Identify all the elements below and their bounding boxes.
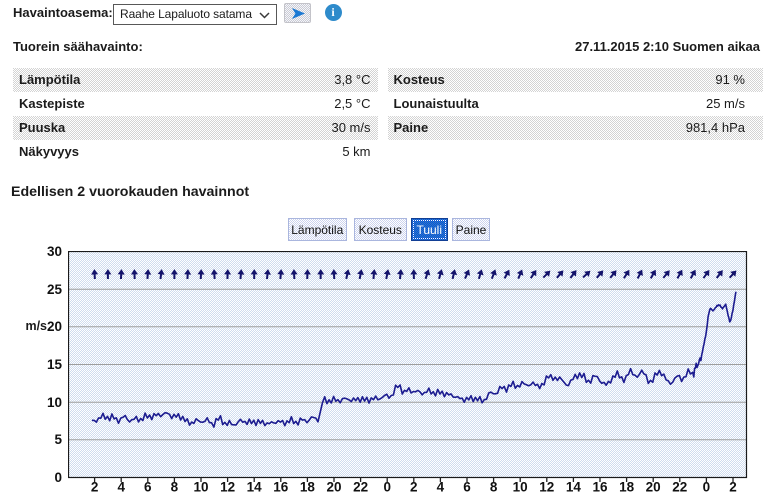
svg-text:20: 20	[646, 480, 661, 495]
svg-text:12: 12	[539, 480, 554, 495]
svg-text:10: 10	[193, 480, 208, 495]
svg-text:8: 8	[490, 480, 498, 495]
svg-text:22: 22	[353, 480, 368, 495]
svg-text:2: 2	[729, 480, 737, 495]
svg-text:12: 12	[220, 480, 235, 495]
svg-text:0: 0	[703, 480, 711, 495]
svg-text:20: 20	[326, 480, 341, 495]
svg-text:22: 22	[672, 480, 687, 495]
svg-text:4: 4	[437, 480, 445, 495]
svg-text:6: 6	[463, 480, 471, 495]
svg-text:14: 14	[566, 480, 582, 495]
svg-text:14: 14	[247, 480, 263, 495]
svg-text:16: 16	[273, 480, 289, 495]
svg-text:4: 4	[117, 480, 125, 495]
svg-text:10: 10	[513, 480, 528, 495]
svg-text:18: 18	[619, 480, 635, 495]
svg-text:0: 0	[383, 480, 391, 495]
svg-text:16: 16	[592, 480, 608, 495]
svg-text:2: 2	[91, 480, 99, 495]
svg-text:6: 6	[144, 480, 152, 495]
svg-text:2: 2	[410, 480, 418, 495]
svg-text:18: 18	[300, 480, 316, 495]
svg-text:8: 8	[171, 480, 179, 495]
